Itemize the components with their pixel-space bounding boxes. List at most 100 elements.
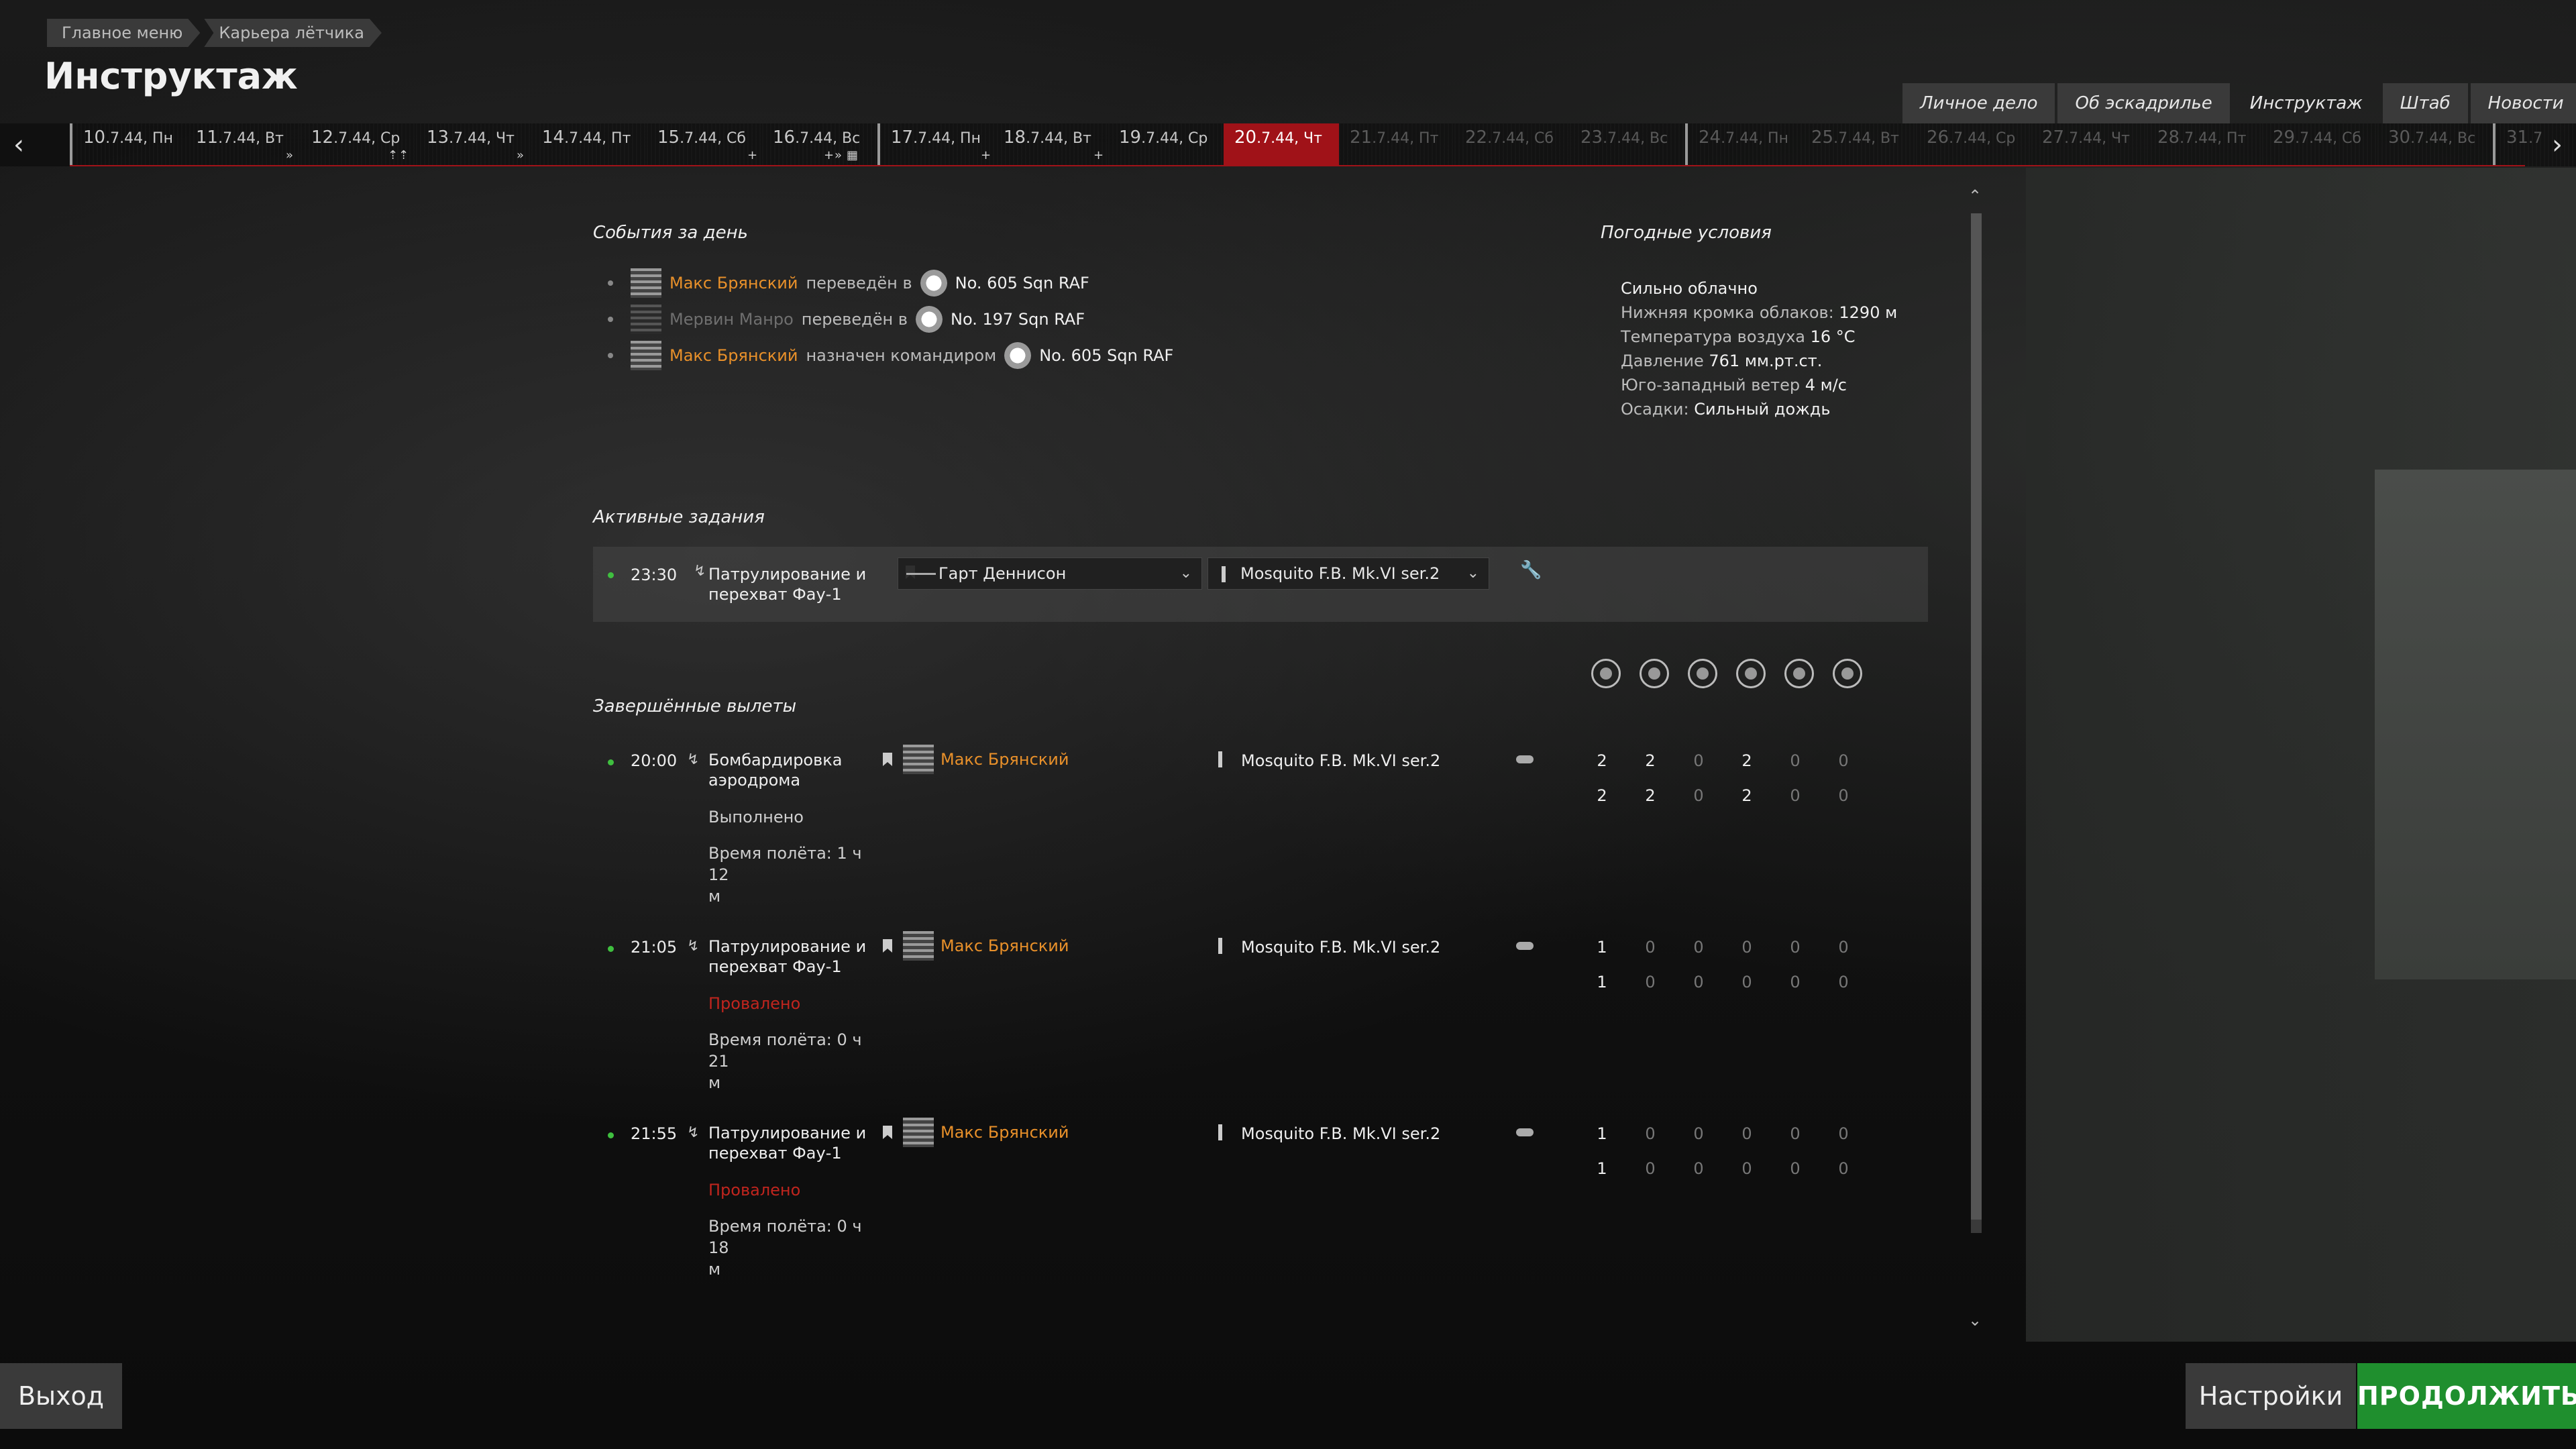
- continue-button[interactable]: ПРОДОЛЖИТЬ: [2357, 1363, 2576, 1429]
- stat-value: 2: [1645, 786, 1656, 805]
- sortie-dot-icon: [608, 759, 614, 765]
- date-marker-ff-icon: »: [835, 148, 843, 162]
- stat-value: 0: [1790, 938, 1801, 957]
- date-rest: .7.44, Вс: [795, 130, 861, 147]
- sortie-mission-line: аэродрома: [708, 771, 801, 790]
- date-day: 11: [196, 127, 219, 148]
- event-item: Макс Брянский назначен командиром No. 60…: [608, 341, 1173, 370]
- tab-personal-file[interactable]: Личное дело: [1902, 83, 2055, 123]
- date-rest: .7.44, Ср: [333, 130, 400, 147]
- stat-value: 0: [1838, 1159, 1849, 1178]
- naval-icon: [1833, 659, 1862, 688]
- wrench-icon[interactable]: 🔧: [1520, 560, 1542, 580]
- stat-value: 0: [1741, 1124, 1752, 1143]
- date-rest: .7.44, Вт: [218, 130, 284, 147]
- date-rest: .7.44, Чт: [1256, 130, 1322, 147]
- breadcrumb-main-menu[interactable]: Главное меню: [47, 19, 200, 47]
- active-tasks-title: Активные задания: [593, 507, 765, 527]
- date-rest: .7.44, Чт: [2064, 130, 2130, 147]
- top-tabs: Личное дело Об эскадрилье Инструктаж Шта…: [1900, 83, 2576, 123]
- date-item[interactable]: 17.7.44, Пн +: [877, 123, 993, 166]
- stat-value: 0: [1790, 1159, 1801, 1178]
- rank-insignia-icon: [631, 305, 661, 334]
- aircraft-icon: [1218, 938, 1222, 954]
- leader-flag-icon: [883, 1126, 892, 1139]
- date-item[interactable]: 23.7.44, Вс: [1570, 123, 1685, 166]
- weather-value: Сильный дождь: [1694, 400, 1831, 419]
- next-date-arrow-icon[interactable]: ›: [2538, 123, 2576, 166]
- date-item[interactable]: 29.7.44, Сб: [2262, 123, 2377, 166]
- active-task-row[interactable]: 23:30 ↯ Патрулирование и перехват Фау-1 Г…: [593, 547, 1928, 622]
- prev-date-arrow-icon[interactable]: ‹: [0, 123, 38, 166]
- pilot-select[interactable]: Гарт Деннисон ⌄: [898, 557, 1202, 590]
- sortie-time: 20:00: [631, 751, 678, 770]
- date-item[interactable]: 15.7.44, Сб +: [647, 123, 762, 166]
- weather-line: Нижняя кромка облаков: 1290 м: [1621, 301, 1897, 325]
- event-pilot-link[interactable]: Макс Брянский: [669, 346, 798, 365]
- date-day: 29: [2273, 127, 2296, 148]
- stat-value: 0: [1790, 786, 1801, 805]
- sortie-dot-icon: [608, 1132, 614, 1138]
- sortie-flight-time: Время полёта: 0 ч 18 м: [708, 1216, 883, 1280]
- date-item[interactable]: 22.7.44, Сб: [1454, 123, 1570, 166]
- weather-label: Юго-западный ветер: [1621, 376, 1805, 394]
- stat-value: 0: [1645, 973, 1656, 991]
- aircraft-select-value: Mosquito F.B. Mk.VI ser.2: [1240, 564, 1440, 583]
- event-action: переведён в: [801, 310, 908, 329]
- date-marker-cal-icon: ▦: [847, 148, 859, 162]
- breadcrumb-career[interactable]: Карьера лётчика: [204, 19, 382, 47]
- rank-insignia-icon: [903, 931, 934, 961]
- sortie-pilot-link[interactable]: Макс Брянский: [941, 1123, 1069, 1142]
- tab-briefing[interactable]: Инструктаж: [2233, 83, 2380, 123]
- date-item[interactable]: 12.7.44, Ср ⇡ ⇡: [301, 123, 416, 166]
- date-item[interactable]: 10.7.44, Пн: [70, 123, 185, 166]
- date-item[interactable]: 25.7.44, Вт: [1801, 123, 1916, 166]
- sortie-mission-line: Патрулирование и: [708, 937, 867, 956]
- stat-value: 1: [1597, 973, 1607, 991]
- ground-targets-icon: [1640, 659, 1669, 688]
- scrollbar[interactable]: [1971, 213, 1982, 1233]
- date-day: 14: [542, 127, 565, 148]
- date-item[interactable]: 14.7.44, Пт: [531, 123, 647, 166]
- event-squadron: No. 197 Sqn RAF: [951, 310, 1085, 329]
- sortie-time: 21:05: [631, 938, 678, 957]
- scroll-up-icon[interactable]: ⌃: [1968, 186, 1982, 205]
- stat-value: 2: [1741, 751, 1752, 770]
- tab-squadron[interactable]: Об эскадрилье: [2057, 83, 2230, 123]
- scrollbar-thumb[interactable]: [1971, 213, 1982, 1220]
- stat-value: 0: [1693, 1124, 1704, 1143]
- tab-news[interactable]: Новости: [2470, 83, 2576, 123]
- date-item[interactable]: 27.7.44, Чт: [2031, 123, 2147, 166]
- sortie-pilot-link[interactable]: Макс Брянский: [941, 936, 1069, 955]
- date-item[interactable]: 13.7.44, Чт»: [416, 123, 531, 166]
- settings-button[interactable]: Настройки: [2186, 1363, 2356, 1429]
- date-item[interactable]: 18.7.44, Вт +: [993, 123, 1108, 166]
- date-item[interactable]: 11.7.44, Вт»: [185, 123, 301, 166]
- aircraft-select[interactable]: Mosquito F.B. Mk.VI ser.2 ⌄: [1208, 557, 1489, 590]
- aircraft-icon: [1218, 751, 1222, 767]
- aircraft-icon: [1222, 566, 1226, 582]
- flight-time-line: Время полёта: 1 ч 12: [708, 844, 862, 884]
- weather-label: Температура воздуха: [1621, 327, 1811, 346]
- date-item[interactable]: 26.7.44, Ср: [1916, 123, 2031, 166]
- exit-button[interactable]: Выход: [0, 1363, 122, 1429]
- weather-label: Осадки:: [1621, 400, 1695, 419]
- event-pilot-link[interactable]: Мервин Манро: [669, 310, 794, 329]
- date-item[interactable]: 24.7.44, Пн: [1685, 123, 1801, 166]
- weather-cloudiness: Сильно облачно: [1621, 279, 1758, 298]
- task-mission: Патрулирование и перехват Фау-1: [708, 564, 883, 604]
- date-item[interactable]: 30.7.44, Вс: [2377, 123, 2493, 166]
- event-pilot-link[interactable]: Макс Брянский: [669, 274, 798, 292]
- aircraft-icon: [1218, 1124, 1222, 1140]
- date-item[interactable]: 16.7.44, Вс +» ▦: [762, 123, 877, 166]
- date-item[interactable]: 20.7.44, Чт: [1224, 123, 1339, 166]
- date-item[interactable]: 19.7.44, Ср: [1108, 123, 1224, 166]
- sortie-pilot-link[interactable]: Макс Брянский: [941, 750, 1069, 769]
- scroll-down-icon[interactable]: ⌄: [1968, 1311, 1982, 1330]
- date-rest: .7.44, Вс: [2410, 130, 2476, 147]
- date-item[interactable]: 21.7.44, Пт: [1339, 123, 1454, 166]
- hangar-door: [2375, 470, 2576, 979]
- date-item[interactable]: 28.7.44, Пт: [2147, 123, 2262, 166]
- date-marker-up-icon: ⇡: [398, 148, 409, 162]
- tab-headquarters[interactable]: Штаб: [2382, 83, 2468, 123]
